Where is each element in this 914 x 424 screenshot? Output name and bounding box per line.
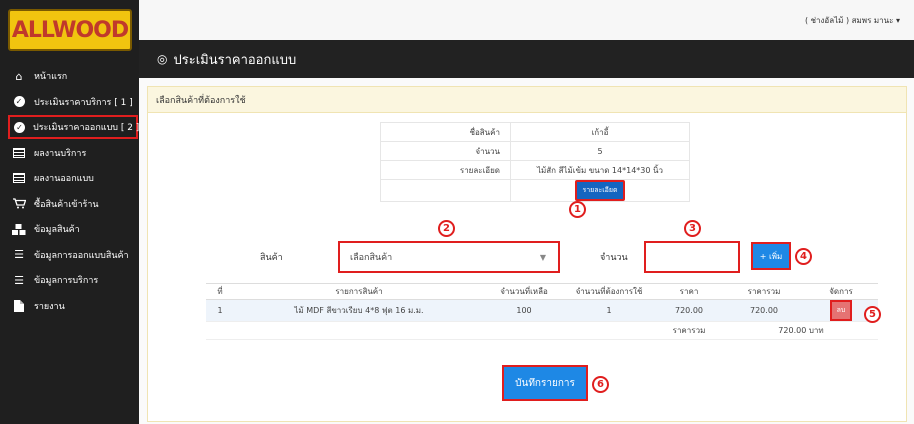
list-icon: ☰	[14, 248, 24, 261]
cell-remaining: 100	[484, 299, 564, 322]
column-header: จัดการ	[804, 283, 878, 300]
callout-2: 2	[438, 220, 455, 237]
cart-icon	[12, 198, 26, 209]
info-value: เก้าอี้	[510, 122, 690, 142]
sidebar-item-service-estimate[interactable]: ✓ ประเมินราคาบริการ [ 1 ]	[0, 90, 139, 114]
sidebar-item-label: ผลงานบริการ	[34, 148, 87, 159]
sum-label: ราคารวม	[654, 321, 724, 340]
product-select[interactable]: เลือกสินค้า ▼	[338, 241, 560, 273]
sidebar-item-label: ประเมินราคาออกแบบ [ 2 ]	[33, 123, 140, 133]
info-row: รายละเอียด	[380, 179, 690, 202]
callout-3: 3	[684, 220, 701, 237]
product-label: สินค้า	[260, 253, 283, 263]
product-info-table: ชื่อสินค้า เก้าอี้ จำนวน 5 รายละเอียด ไม…	[380, 122, 690, 202]
sum-value: 720.00 บาท	[724, 321, 878, 340]
sidebar-item-label: ข้อมูลสินค้า	[34, 225, 80, 235]
cell-qty: 1	[564, 299, 654, 322]
info-row: จำนวน 5	[380, 141, 690, 161]
top-bar: ( ช่างอัลไม้ ) สมพร มานะ ▾	[139, 0, 914, 40]
cubes-icon	[12, 223, 26, 235]
quantity-label: จำนวน	[600, 253, 628, 263]
sidebar-item-products[interactable]: ข้อมูลสินค้า	[0, 217, 139, 241]
user-menu[interactable]: ( ช่างอัลไม้ ) สมพร มานะ ▾	[805, 14, 900, 27]
column-header: จำนวนที่ต้องการใช้	[564, 283, 654, 300]
cell-name: ไม้ MDF สีขาวเรียบ 4*8 ฟุต 16 ม.ม.	[234, 299, 484, 322]
callout-6: 6	[592, 376, 609, 393]
sum-spacer	[206, 321, 654, 340]
allwood-logo[interactable]: ALLWOOD	[8, 9, 132, 51]
sidebar-item-design-estimate[interactable]: ✓ ประเมินราคาออกแบบ [ 2 ]	[8, 115, 140, 139]
logo-text: ALLWOOD	[11, 17, 129, 43]
select-products-panel: เลือกสินค้าที่ต้องการใช้ ชื่อสินค้า เก้า…	[147, 86, 907, 422]
add-button[interactable]: + เพิ่ม	[751, 242, 791, 270]
sidebar-item-label: รายงาน	[34, 301, 65, 312]
table-icon	[12, 173, 26, 183]
product-select-value: เลือกสินค้า	[350, 253, 393, 263]
sidebar-item-service-works[interactable]: ผลงานบริการ	[0, 141, 139, 165]
table-icon	[12, 147, 26, 158]
sidebar: ALLWOOD ⌂ หน้าแรก ✓ ประเมินราคาบริการ [ …	[0, 0, 139, 424]
sidebar-item-label: ข้อมูลการบริการ	[34, 276, 99, 286]
file-icon	[12, 299, 26, 312]
sidebar-item-reports[interactable]: รายงาน	[0, 294, 139, 318]
clock-icon: ◎	[157, 52, 168, 66]
sidebar-item-design-works[interactable]: ผลงานออกแบบ	[0, 166, 139, 190]
sidebar-item-label: ซื้อสินค้าเข้าร้าน	[34, 199, 99, 210]
sum-row: ราคารวม 720.00 บาท	[206, 321, 878, 340]
column-header: จำนวนที่เหลือ	[484, 283, 564, 300]
column-header: ราคารวม	[724, 283, 804, 300]
column-header: ราคา	[654, 283, 724, 300]
selected-items-table: ที่ รายการสินค้า จำนวนที่เหลือ จำนวนที่ต…	[206, 283, 878, 340]
info-value: ไม้สัก สีไม้เข้ม ขนาด 14*14*30 นิ้ว	[510, 160, 690, 180]
table-header-row: ที่ รายการสินค้า จำนวนที่เหลือ จำนวนที่ต…	[206, 283, 878, 300]
chevron-down-icon: ▼	[539, 253, 546, 262]
delete-button[interactable]: ลบ	[829, 300, 853, 321]
sidebar-item-design-data[interactable]: ☰ ข้อมูลการออกแบบสินค้า	[0, 243, 139, 267]
callout-4: 4	[795, 248, 812, 265]
main-content: เลือกสินค้าที่ต้องการใช้ ชื่อสินค้า เก้า…	[139, 78, 914, 424]
info-label: ชื่อสินค้า	[380, 122, 511, 142]
sidebar-item-label: ข้อมูลการออกแบบสินค้า	[34, 250, 129, 261]
info-label: จำนวน	[380, 141, 511, 161]
info-empty-cell	[380, 179, 511, 202]
info-value: 5	[510, 141, 690, 161]
check-circle-icon: ✓	[14, 121, 25, 133]
cell-total: 720.00	[724, 299, 804, 322]
info-label: รายละเอียด	[380, 160, 511, 180]
sidebar-nav: ⌂ หน้าแรก ✓ ประเมินราคาบริการ [ 1 ] ✓ ปร…	[0, 64, 139, 319]
callout-1: 1	[569, 201, 586, 218]
sidebar-item-purchase[interactable]: ซื้อสินค้าเข้าร้าน	[0, 192, 139, 216]
sidebar-item-label: ประเมินราคาบริการ [ 1 ]	[34, 97, 133, 108]
quantity-input[interactable]	[644, 241, 740, 273]
check-circle-icon: ✓	[12, 96, 26, 107]
table-row: 1 ไม้ MDF สีขาวเรียบ 4*8 ฟุต 16 ม.ม. 100…	[206, 299, 878, 322]
info-action-cell: รายละเอียด	[510, 179, 690, 202]
detail-button[interactable]: รายละเอียด	[575, 180, 625, 201]
info-row: ชื่อสินค้า เก้าอี้	[380, 122, 690, 142]
callout-5: 5	[864, 306, 881, 323]
info-row: รายละเอียด ไม้สัก สีไม้เข้ม ขนาด 14*14*3…	[380, 160, 690, 180]
sidebar-item-label: หน้าแรก	[34, 72, 68, 82]
list-icon: ☰	[14, 273, 24, 287]
column-header: รายการสินค้า	[234, 283, 484, 300]
cell-price: 720.00	[654, 299, 724, 322]
home-icon: ⌂	[15, 69, 23, 83]
column-header: ที่	[206, 283, 234, 300]
app-window: ALLWOOD ⌂ หน้าแรก ✓ ประเมินราคาบริการ [ …	[0, 0, 914, 424]
page-header: ◎ ประเมินราคาออกแบบ	[139, 40, 914, 78]
sidebar-item-service-data[interactable]: ☰ ข้อมูลการบริการ	[0, 268, 139, 292]
sidebar-item-home[interactable]: ⌂ หน้าแรก	[0, 64, 139, 88]
save-button[interactable]: บันทึกรายการ	[502, 365, 588, 401]
page-title: ประเมินราคาออกแบบ	[173, 52, 297, 68]
sidebar-item-label: ผลงานออกแบบ	[34, 174, 94, 184]
cell-no: 1	[206, 299, 234, 322]
panel-title: เลือกสินค้าที่ต้องการใช้	[148, 87, 906, 113]
